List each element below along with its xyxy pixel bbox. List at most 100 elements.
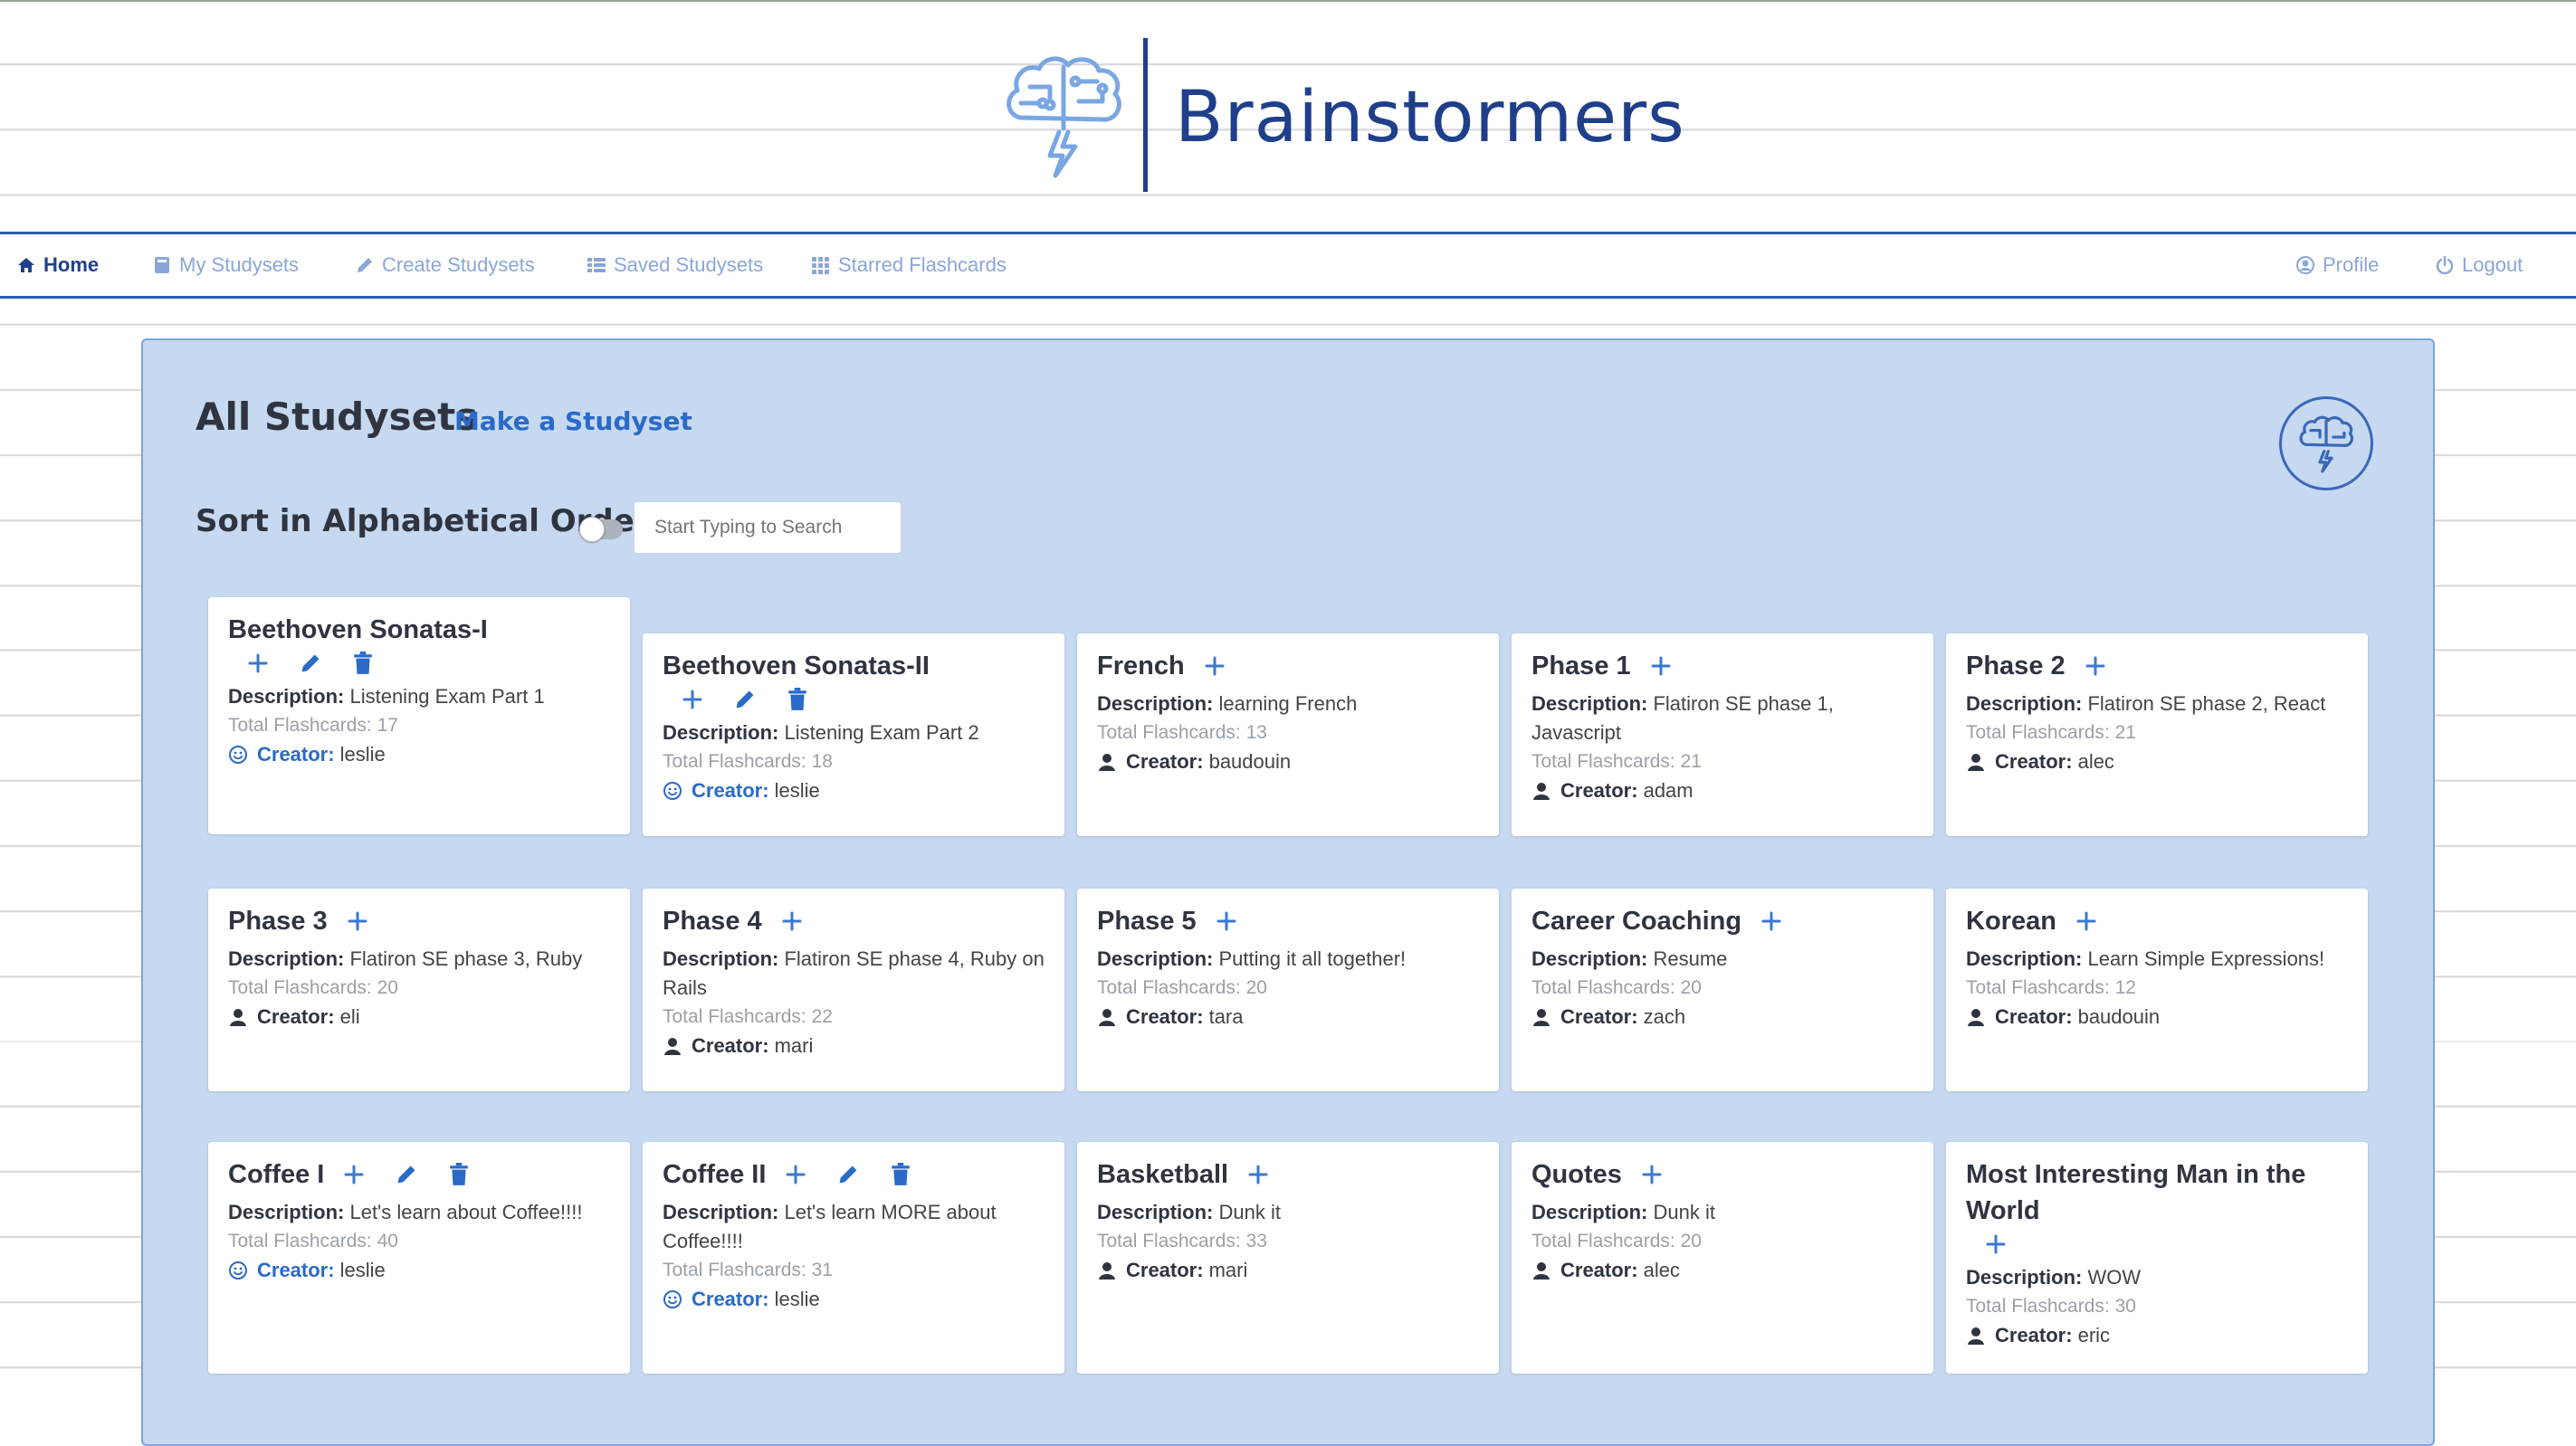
user-icon [1097,1260,1117,1280]
studyset-title[interactable]: Korean [1966,903,2056,939]
studyset-card[interactable]: Quotes Description: Dunk it Total Flashcar… [1512,1142,1933,1374]
add-flashcard-icon[interactable] [344,908,371,935]
studyset-title[interactable]: Phase 5 [1097,903,1197,939]
nav-logout[interactable]: Logout [2435,234,2523,296]
smile-icon [228,745,248,765]
search-input[interactable] [634,501,902,554]
studyset-title[interactable]: Quotes [1531,1156,1622,1193]
studyset-card[interactable]: Career Coaching Description: Resume Total … [1512,889,1933,1091]
studyset-card[interactable]: Coffee II Description: Let's learn MORE a… [643,1142,1064,1374]
add-flashcard-icon[interactable] [778,908,806,935]
studyset-card[interactable]: Phase 4 Description: Flatiron SE phase 4,… [643,889,1064,1091]
add-flashcard-icon[interactable] [1213,908,1240,935]
nav-home[interactable]: Home [16,234,99,296]
edit-icon[interactable] [297,650,324,677]
studyset-card[interactable]: Most Interesting Man in the World Descrip… [1946,1142,2368,1374]
nav-saved-studysets[interactable]: Saved Studysets [587,234,763,296]
studyset-card[interactable]: Phase 1 Description: Flatiron SE phase 1,… [1512,633,1933,836]
studyset-card[interactable]: Beethoven Sonatas-II Description: Listeni… [643,633,1064,836]
creator-name: eric [2077,1324,2111,1346]
studyset-title[interactable]: Phase 2 [1966,648,2066,684]
description-value: Putting it all together! [1218,947,1407,970]
studyset-card[interactable]: Coffee I Description: Let's learn about C… [208,1142,630,1374]
creator-name: mari [774,1034,814,1057]
creator-label: Creator: [257,743,335,766]
card-header: Korean [1966,903,2348,939]
studyset-card[interactable]: Beethoven Sonatas-I Description: Listenin… [208,597,630,834]
studyset-card[interactable]: Korean Description: Learn Simple Expressi… [1946,889,2368,1091]
edit-icon[interactable] [731,686,758,713]
user-icon [1531,1007,1551,1027]
user-icon [1966,1007,1986,1027]
studyset-description: Description: WOW [1966,1263,2348,1292]
creator-label: Creator: [1995,1324,2073,1346]
studyset-title[interactable]: Career Coaching [1531,903,1741,939]
studyset-card[interactable]: Phase 5 Description: Putting it all toget… [1077,889,1499,1091]
card-header: Beethoven Sonatas-II [663,648,1045,684]
studyset-title[interactable]: Coffee II [663,1156,766,1193]
studyset-title[interactable]: French [1097,648,1185,684]
delete-icon[interactable] [784,686,811,713]
creator-label: Creator: [692,1034,769,1057]
nav-profile[interactable]: Profile [2295,234,2379,296]
nav-create-studysets[interactable]: Create Studysets [355,234,535,296]
grid-icon [811,255,831,275]
add-flashcard-icon[interactable] [1647,652,1674,680]
edit-icon[interactable] [835,1161,862,1188]
studyset-creator: Creator: mari [1097,1256,1479,1285]
add-flashcard-icon[interactable] [782,1161,809,1188]
delete-icon[interactable] [445,1161,472,1188]
studyset-title[interactable]: Basketball [1097,1156,1228,1193]
add-flashcard-icon[interactable] [1758,908,1785,935]
add-flashcard-icon[interactable] [244,650,272,677]
studyset-creator: Creator: leslie [228,1256,610,1285]
studyset-title[interactable]: Phase 1 [1531,648,1631,684]
add-flashcard-icon[interactable] [340,1161,367,1188]
user-icon [663,1036,682,1056]
sort-toggle[interactable] [579,517,623,542]
delete-icon[interactable] [887,1161,914,1188]
studyset-title[interactable]: Phase 3 [228,903,328,939]
add-flashcard-icon[interactable] [1982,1231,2009,1258]
studyset-description: Description: Flatiron SE phase 1, Javasc… [1531,690,1913,747]
add-flashcard-icon[interactable] [679,686,706,713]
creator-label: Creator: [1126,1259,1204,1281]
total-flashcards: Total Flashcards: 31 [663,1260,833,1280]
add-flashcard-icon[interactable] [2073,908,2100,935]
list-icon [587,255,606,275]
studyset-title[interactable]: Beethoven Sonatas-II [663,648,930,684]
studyset-description: Description: Flatiron SE phase 2, React [1966,690,2348,718]
add-flashcard-icon[interactable] [1638,1161,1665,1188]
studyset-card[interactable]: French Description: learning French Total … [1077,633,1499,836]
card-header: Phase 3 [228,903,610,939]
studyset-card[interactable]: Phase 2 Description: Flatiron SE phase 2,… [1946,633,2368,836]
card-header: Basketball [1097,1156,1479,1193]
studyset-creator: Creator: alec [1531,1256,1913,1285]
edit-icon[interactable] [393,1161,420,1188]
studyset-title[interactable]: Most Interesting Man in the World [1966,1156,2332,1229]
add-flashcard-icon[interactable] [1201,652,1228,680]
make-studyset-link[interactable]: Make a Studyset [454,406,692,436]
delete-icon[interactable] [349,650,377,677]
studyset-title[interactable]: Coffee I [228,1156,324,1193]
nav-my-studysets[interactable]: My Studysets [152,234,299,296]
pencil-icon [355,255,375,275]
studyset-title[interactable]: Beethoven Sonatas-I [228,612,488,648]
add-flashcard-icon[interactable] [2082,652,2109,680]
add-flashcard-icon[interactable] [1245,1161,1272,1188]
studyset-title[interactable]: Phase 4 [663,903,762,939]
total-flashcards: Total Flashcards: 21 [1966,722,2136,743]
studyset-card[interactable]: Phase 3 Description: Flatiron SE phase 3,… [208,889,630,1091]
description-value: Let's learn about Coffee!!!! [349,1201,583,1223]
card-actions [663,686,1045,713]
studyset-card[interactable]: Basketball Description: Dunk it Total Flas… [1077,1142,1499,1374]
user-icon [1531,781,1551,801]
creator-name: leslie [339,1259,386,1281]
creator-label: Creator: [1560,1005,1638,1028]
total-flashcards: Total Flashcards: 13 [1097,722,1267,743]
creator-label: Creator: [1126,1005,1204,1028]
studyset-description: Description: Dunk it [1097,1198,1479,1227]
nav-starred-flashcards[interactable]: Starred Flashcards [811,234,1007,296]
nav-profile-label: Profile [2323,253,2380,276]
creator-name: alec [1643,1259,1680,1281]
